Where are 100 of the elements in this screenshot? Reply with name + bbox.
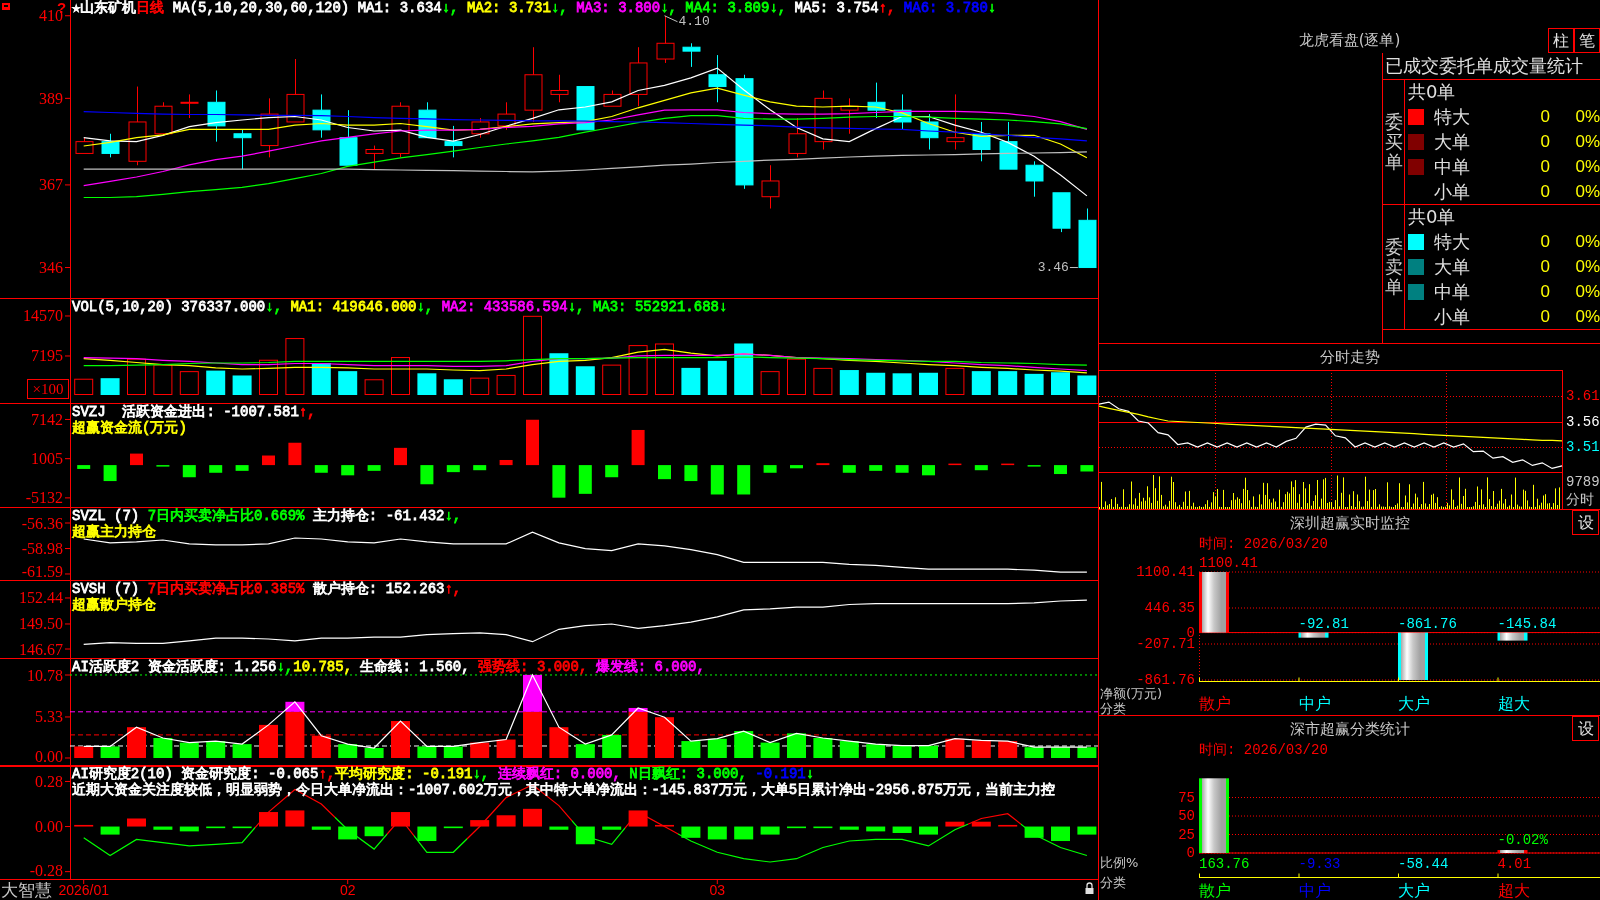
- value-bar: [1497, 850, 1528, 853]
- research-bar: [813, 826, 833, 829]
- axis-label: 152.44: [19, 589, 63, 607]
- settings-button[interactable]: 设: [1572, 510, 1599, 535]
- row-label: 大单: [1434, 255, 1471, 278]
- legend-text: ↓,: [472, 766, 490, 782]
- legend-text: ↓,: [660, 0, 677, 16]
- legend-text: MA2: 3.731: [465, 0, 551, 16]
- legend-text: N日飘红: 3.000,: [628, 766, 747, 782]
- axis-label: 389: [39, 89, 63, 107]
- activity-bar: [602, 734, 622, 758]
- chart-mode-button[interactable]: 笔: [1574, 28, 1600, 53]
- row-label: 小单: [1434, 180, 1471, 203]
- legend-text: MA4: 3.809↓,: [684, 0, 787, 16]
- axis-label: 25: [1178, 826, 1195, 843]
- total-label: 共0单: [1408, 81, 1456, 102]
- axis-label: 3.61: [1566, 388, 1600, 404]
- category-label: 超大: [1497, 693, 1530, 713]
- chart-mode-button[interactable]: 柱: [1548, 28, 1574, 53]
- candle: [260, 97, 279, 158]
- fund-flow-bar: [578, 465, 592, 494]
- research-bar: [971, 821, 991, 827]
- annotation: 4.10: [678, 14, 710, 30]
- activity-bar: [1024, 747, 1044, 758]
- unit-label: ×100: [27, 379, 69, 399]
- fund-flow-bar: [314, 465, 328, 473]
- legend-text: ↓,: [567, 299, 585, 315]
- axis-label: 367: [39, 176, 63, 194]
- legend-text: 近期大资金关注度较低，明显弱势，今日大单净流出：-1007.602万元，其中特大单净流出：-145.837万元，大单5日累计净出-2956.875万元，当前主力控: [72, 782, 1055, 798]
- volume-bar: [1051, 372, 1070, 395]
- total-label: 共0单: [1408, 206, 1456, 227]
- fund-flow-bar: [446, 465, 460, 473]
- candle: [972, 121, 991, 162]
- volume-bar: [127, 358, 146, 395]
- candle: [656, 15, 675, 64]
- volume-bar: [285, 338, 305, 395]
- ratio-value: 0%: [1574, 256, 1600, 277]
- axis-label: 1100.41: [1136, 564, 1195, 580]
- legend-text: AI活跃度2 资金活跃度: 1.256: [72, 659, 277, 675]
- activity-bar: [760, 742, 780, 758]
- ratio-value: 0%: [1574, 231, 1600, 252]
- category-label: 散户: [1199, 693, 1231, 713]
- research-bar: [1051, 826, 1070, 842]
- fund-flow-bar: [526, 419, 539, 466]
- candle: [471, 117, 490, 139]
- fund-flow-bar: [842, 465, 856, 473]
- research-bar: [391, 812, 410, 827]
- research-bar: [74, 824, 94, 827]
- legend-text: 连续飘红: 0.000,: [496, 766, 621, 782]
- fund-flow-bar: [1080, 465, 1094, 472]
- research-bar: [100, 826, 120, 835]
- value-label: -145.84: [1497, 615, 1557, 632]
- row-label: 大单: [1434, 130, 1471, 153]
- row-label: 中单: [1434, 280, 1471, 303]
- value-label: 1100.41: [1199, 555, 1258, 571]
- axis-label: -0.28: [29, 861, 63, 879]
- group-label: 委买单: [1384, 112, 1403, 172]
- candle: [761, 164, 780, 209]
- legend-text: 平均研究度: -0.191: [335, 766, 473, 782]
- research-bar: [549, 826, 569, 830]
- legend-text: AI研究度2(10) 资金研究度: -0.065: [72, 766, 319, 782]
- axis-label: 3.56: [1566, 413, 1600, 430]
- count-value: 0: [1539, 131, 1550, 152]
- row-label: 中单: [1434, 155, 1471, 178]
- candle: [207, 90, 226, 143]
- ratio-value: 0%: [1574, 106, 1600, 127]
- activity-bar: [1051, 747, 1070, 758]
- candle: [893, 93, 912, 131]
- research-bar: [232, 826, 252, 829]
- fund-flow-bar: [605, 465, 619, 478]
- activity-bar: [74, 746, 94, 758]
- volume-bar: [945, 367, 965, 395]
- volume-bar: [813, 367, 833, 395]
- fund-flow-bar: [394, 447, 407, 466]
- volume-bar: [971, 371, 991, 395]
- lock-icon: [1085, 882, 1094, 894]
- settings-button[interactable]: 设: [1572, 716, 1599, 741]
- volume-bar: [787, 358, 806, 395]
- candle: [708, 54, 727, 103]
- volume-bar: [602, 364, 622, 395]
- volume-bar: [1024, 373, 1044, 395]
- volume-bar: [734, 343, 754, 395]
- axis-label: -5132: [25, 489, 63, 507]
- legend-text: 散户持仓: 152.263: [311, 581, 445, 597]
- legend-text: ↑,: [298, 404, 316, 420]
- activity-bar: [707, 738, 727, 758]
- ratio-value: 0%: [1574, 181, 1600, 202]
- count-value: 0: [1539, 306, 1550, 327]
- fund-flow-bar: [77, 465, 91, 469]
- candle: [1078, 208, 1097, 269]
- legend-text: 爆发线: 6.000,: [594, 659, 705, 675]
- fund-flow-bar: [631, 429, 645, 466]
- candle: [550, 74, 569, 103]
- axis-label: 50: [1178, 808, 1195, 824]
- legend-text: ↓,: [265, 299, 283, 315]
- volume-bar: [839, 370, 859, 395]
- candle: [867, 82, 886, 119]
- ratio-figure: 163.76: [1199, 856, 1250, 872]
- ratio-value: 0%: [1574, 156, 1600, 177]
- axis-label: 0: [1186, 845, 1195, 861]
